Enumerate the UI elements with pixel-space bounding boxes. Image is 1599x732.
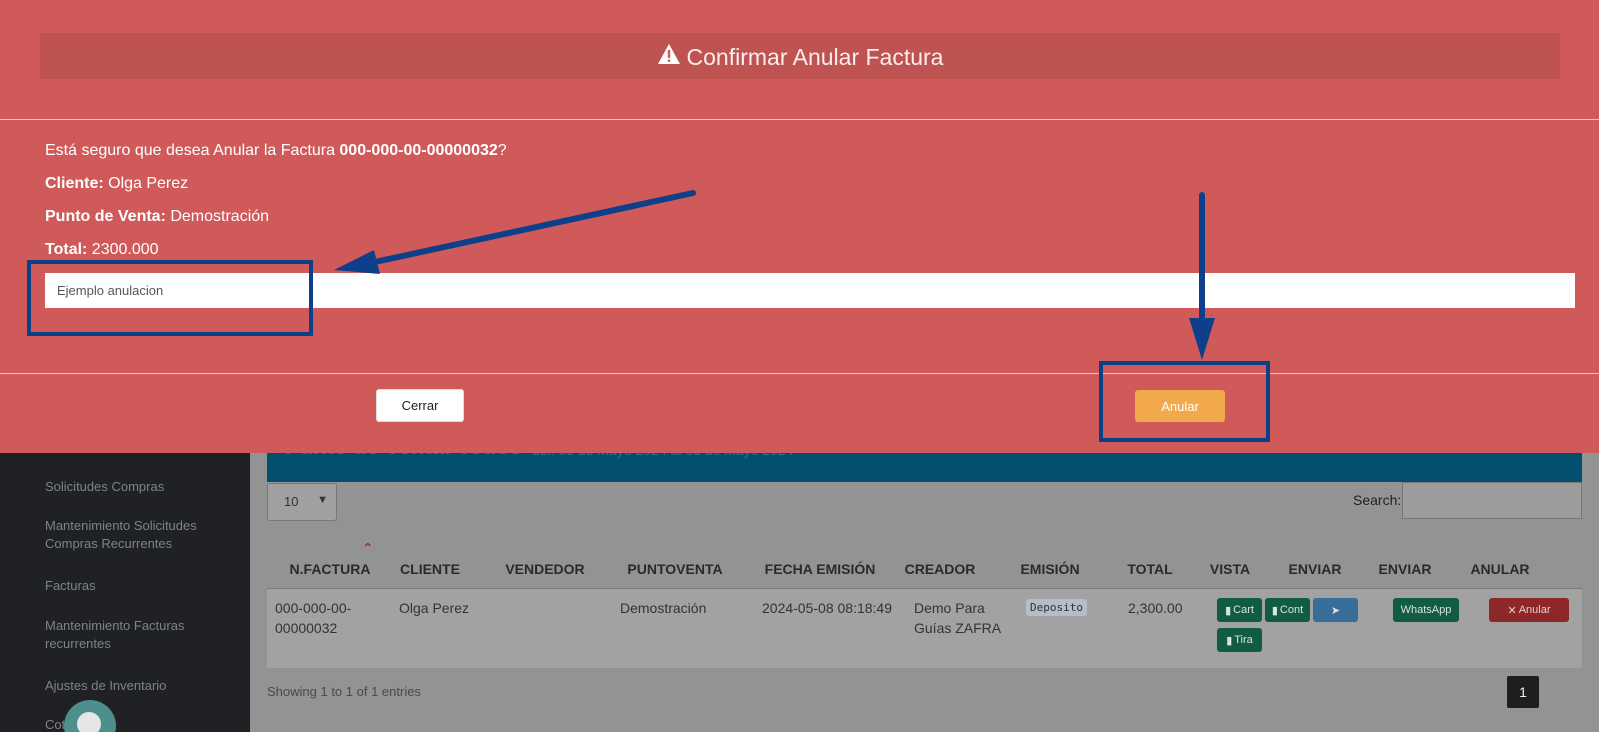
th-enviar-2[interactable]: ENVIAR xyxy=(1370,561,1440,577)
cell-puntoventa: Demostración xyxy=(620,600,707,616)
pagination-page-1[interactable]: 1 xyxy=(1507,676,1539,708)
emision-badge: Deposito xyxy=(1026,599,1087,616)
entries-length-select[interactable]: 10 ▼ xyxy=(267,483,337,521)
view-cont-button[interactable]: ▮ Cont xyxy=(1265,598,1310,622)
view-cont-label: Cont xyxy=(1279,604,1304,616)
modal-header: Confirmar Anular Factura xyxy=(40,33,1560,79)
sidebar-item-mantenimiento-facturas[interactable]: Mantenimiento Facturas recurrentes xyxy=(45,617,245,653)
row-anular-label: Anular xyxy=(1518,604,1551,616)
sidebar-item-mantenimiento-solicitudes[interactable]: Mantenimiento Solicitudes Compras Recurr… xyxy=(45,517,245,553)
sidebar-item-ajustes-inventario[interactable]: Ajustes de Inventario xyxy=(45,677,245,695)
th-total[interactable]: TOTAL xyxy=(1120,561,1180,577)
modal-divider-bottom xyxy=(0,373,1599,374)
cell-creador: Demo Para Guías ZAFRA xyxy=(914,600,1002,636)
view-cart-button[interactable]: ▮ Cart xyxy=(1217,598,1262,622)
cell-cliente: Olga Perez xyxy=(399,600,470,616)
send-telegram-button[interactable]: ➤ xyxy=(1313,598,1358,622)
modal-title: Confirmar Anular Factura xyxy=(686,44,944,70)
sort-asc-icon[interactable]: ⌃ xyxy=(362,540,374,557)
cell-total: 2,300.00 xyxy=(1128,600,1183,616)
pos-label: Punto de Venta: xyxy=(45,208,166,225)
client-label: Cliente: xyxy=(45,175,104,192)
th-puntoventa[interactable]: PUNTOVENTA xyxy=(620,561,730,577)
void-invoice-modal: Confirmar Anular Factura Está seguro que… xyxy=(0,0,1599,453)
search-input[interactable] xyxy=(1402,482,1582,519)
th-enviar[interactable]: ENVIAR xyxy=(1280,561,1350,577)
document-icon: ▮ xyxy=(1226,634,1233,647)
view-tira-label: Tira xyxy=(1234,634,1253,646)
sidebar-item-facturas[interactable]: Facturas xyxy=(45,577,245,595)
cell-factura: 000-000-00-00000032 xyxy=(275,600,352,636)
close-icon: ✕ xyxy=(1507,604,1517,617)
view-cart-label: Cart xyxy=(1233,604,1254,616)
warning-icon xyxy=(657,43,681,71)
client-line: Cliente: Olga Perez xyxy=(45,175,188,193)
th-vista[interactable]: VISTA xyxy=(1200,561,1260,577)
question-text: Está seguro que desea Anular la Factura xyxy=(45,142,340,159)
search-label: Search: xyxy=(1353,492,1402,508)
th-creador[interactable]: CREADOR xyxy=(900,561,980,577)
th-cliente[interactable]: CLIENTE xyxy=(390,561,470,577)
length-value: 10 xyxy=(284,494,299,509)
pos-value: Demostración xyxy=(165,208,270,225)
void-button[interactable]: Anular xyxy=(1135,390,1225,422)
cell-fecha: 2024-05-08 08:18:49 xyxy=(762,600,892,616)
total-label: Total: xyxy=(45,241,88,258)
chevron-down-icon: ▼ xyxy=(317,494,328,506)
close-button[interactable]: Cerrar xyxy=(376,389,464,422)
void-reason-input[interactable] xyxy=(45,273,1575,308)
row-anular-button[interactable]: ✕ Anular xyxy=(1489,598,1569,622)
th-factura[interactable]: N.FACTURA xyxy=(280,561,380,577)
paper-plane-icon: ➤ xyxy=(1330,604,1341,617)
view-tira-button[interactable]: ▮ Tira xyxy=(1217,628,1262,652)
total-line: Total: 2300.000 xyxy=(45,241,159,259)
client-value: Olga Perez xyxy=(103,175,189,192)
th-fecha-emision[interactable]: FECHA EMISIÓN xyxy=(760,561,880,577)
confirm-question: Está seguro que desea Anular la Factura … xyxy=(45,142,507,160)
th-vendedor[interactable]: VENDEDOR xyxy=(495,561,595,577)
pos-line: Punto de Venta: Demostración xyxy=(45,208,269,226)
total-value: 2300.000 xyxy=(87,241,159,258)
whatsapp-button[interactable]: WhatsApp xyxy=(1393,598,1459,622)
modal-divider-top xyxy=(0,119,1599,120)
th-anular[interactable]: ANULAR xyxy=(1460,561,1540,577)
invoice-number: 000-000-00-00000032 xyxy=(339,142,498,159)
document-icon: ▮ xyxy=(1225,604,1232,617)
sidebar-item-solicitudes-compras[interactable]: Solicitudes Compras xyxy=(45,478,245,496)
chat-bubble-icon[interactable] xyxy=(64,700,116,732)
th-emision[interactable]: EMISIÓN xyxy=(1010,561,1090,577)
document-icon: ▮ xyxy=(1271,604,1278,617)
table-info: Showing 1 to 1 of 1 entries xyxy=(267,684,421,699)
question-mark: ? xyxy=(497,142,507,159)
